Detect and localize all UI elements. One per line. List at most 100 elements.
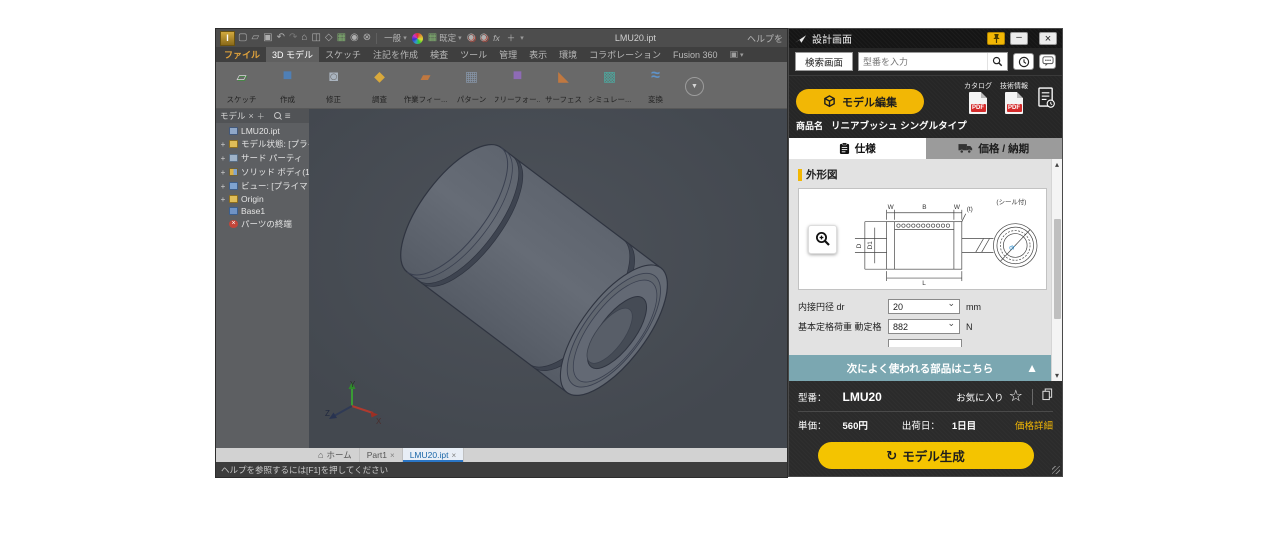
menu-tab-sketch[interactable]: スケッチ [319, 47, 367, 62]
window-switch-icon[interactable] [724, 47, 750, 62]
chevron-down-icon[interactable]: ▾ [520, 34, 524, 42]
tree-expander[interactable]: + [220, 140, 226, 149]
part-number-input[interactable] [859, 57, 987, 67]
tool-freeform[interactable]: フリーフォー... [495, 64, 540, 108]
open-folder-icon[interactable]: ▱ [251, 33, 259, 43]
comment-button[interactable] [1039, 54, 1056, 69]
tree-item-origin[interactable]: + Origin [218, 193, 309, 205]
tree-expander[interactable]: + [220, 182, 226, 191]
menu-tab-environments[interactable]: 環境 [553, 47, 583, 62]
menu-tab-tools[interactable]: ツール [454, 47, 493, 62]
tree-item-lmu20[interactable]: LMU20.ipt [218, 125, 309, 137]
tool-pattern[interactable]: パターン [449, 64, 494, 108]
content-scrollbar[interactable] [1051, 159, 1062, 381]
close-icon[interactable]: × [390, 451, 395, 460]
collapse-triangle-icon[interactable] [1026, 361, 1038, 375]
menu-tab-inspect[interactable]: 検査 [424, 47, 454, 62]
appearance-adjust-icon[interactable]: ◉ [467, 33, 476, 43]
tree-item-model-states[interactable]: + モデル状態: [プライマリ] [218, 137, 309, 151]
model-edit-button[interactable]: モデル編集 [796, 89, 924, 114]
redo-icon[interactable]: ↷ [289, 33, 297, 43]
tech-info-pdf-button[interactable]: 技術情報 [1000, 81, 1028, 114]
tab-spec[interactable]: 仕様 [789, 138, 926, 159]
tree-expander[interactable]: + [220, 154, 226, 163]
price-detail-link[interactable]: 価格詳細 [1015, 418, 1053, 432]
partially-visible-dropdown[interactable] [888, 339, 962, 347]
tool-sketch[interactable]: スケッチ [219, 64, 264, 108]
appearance-clear-icon[interactable]: ◉ [479, 33, 488, 43]
scroll-down-icon[interactable] [1052, 370, 1062, 381]
favorite-button[interactable]: お気に入り ☆ [956, 389, 1023, 405]
close-button[interactable] [1039, 32, 1057, 45]
star-icon[interactable]: ☆ [1009, 389, 1023, 405]
tab-part1[interactable]: Part1 × [360, 448, 403, 462]
generate-model-button[interactable]: モデル生成 [818, 442, 1034, 469]
sketch-plane-icon[interactable]: ◇ [325, 33, 333, 43]
tab-price-delivery[interactable]: 価格 / 納期 [926, 138, 1063, 159]
color-wheel-icon[interactable] [412, 33, 423, 44]
new-file-icon[interactable]: ▢ [238, 33, 247, 43]
value-dropdown[interactable]: 882 [888, 319, 960, 334]
menu-tab-fusion360[interactable]: Fusion 360 [667, 47, 724, 62]
tree-expander[interactable]: + [220, 195, 226, 204]
undo-icon[interactable]: ↶ [277, 33, 285, 43]
ribbon-collapse-button[interactable] [685, 77, 704, 96]
general-dropdown[interactable]: 一般▾ [382, 32, 409, 44]
minimize-button[interactable] [1010, 32, 1028, 45]
parameters-fx-button[interactable]: fx [491, 33, 502, 43]
tree-expander[interactable]: + [220, 168, 226, 177]
search-icon[interactable] [274, 112, 282, 120]
copy-part-no-button[interactable] [1042, 388, 1053, 406]
scrollbar-thumb[interactable] [1054, 219, 1061, 319]
menu-tab-annotate[interactable]: 注記を作成 [367, 47, 424, 62]
tool-modify[interactable]: 修正 [311, 64, 356, 108]
help-menu[interactable]: ヘルプを [747, 32, 783, 45]
tree-item-view-primary[interactable]: + ビュー: [プライマリ] [218, 179, 309, 193]
tree-item-end-of-part[interactable]: パーツの終端 [218, 217, 309, 231]
save-icon[interactable]: ▣ [263, 33, 272, 43]
add-panel-icon[interactable] [257, 111, 265, 122]
render-icon[interactable]: ⊗ [363, 33, 371, 43]
quote-document-button[interactable] [1038, 87, 1055, 114]
resize-grip[interactable] [1052, 466, 1060, 474]
appearance-icon[interactable]: ◉ [350, 33, 359, 43]
3d-viewport[interactable]: Y X Z [309, 109, 787, 448]
tree-item-base1[interactable]: Base1 [218, 205, 309, 217]
tree-item-third-party[interactable]: + サード パーティ [218, 151, 309, 165]
hamburger-menu-icon[interactable] [285, 111, 291, 122]
tab-lmu20[interactable]: LMU20.ipt × [403, 448, 464, 462]
tool-create[interactable]: 作成 [265, 64, 310, 108]
add-button[interactable]: ＋ [505, 32, 518, 44]
menu-tab-manage[interactable]: 管理 [493, 47, 523, 62]
menu-tab-collaborate[interactable]: コラボレーション [583, 47, 667, 62]
tool-inspect[interactable]: 調査 [357, 64, 402, 108]
material-icon[interactable]: ▦ [337, 33, 346, 43]
history-button[interactable] [1013, 53, 1034, 70]
tab-home[interactable]: ホーム × [311, 448, 360, 462]
tool-surface[interactable]: サーフェス [541, 64, 586, 108]
copy-icon [1042, 388, 1053, 401]
related-parts-banner[interactable]: 次によく使われる部品はこちら [789, 355, 1051, 381]
home-icon[interactable]: ⌂ [301, 33, 307, 43]
default-appearance-dropdown[interactable]: ▦ 既定▾ [426, 32, 464, 44]
tool-work-features[interactable]: 作業フィー... [403, 64, 448, 108]
inventor-logo-icon[interactable]: I [220, 31, 235, 46]
close-icon[interactable]: × [451, 451, 456, 460]
tool-convert[interactable]: 変換 [633, 64, 678, 108]
pin-button[interactable] [987, 32, 1005, 45]
close-icon[interactable] [249, 111, 254, 121]
menu-tab-file[interactable]: ファイル [218, 47, 266, 62]
tool-simulation[interactable]: シミュレー... [587, 64, 632, 108]
search-button[interactable] [987, 53, 1007, 70]
catalog-pdf-button[interactable]: カタログ [964, 81, 992, 114]
field-inner-diameter: 内接円径 dr 20 mm [798, 299, 1047, 314]
views-icon[interactable]: ◫ [311, 33, 320, 43]
search-screen-button[interactable]: 検索画面 [795, 52, 853, 71]
tree-item-solid-bodies[interactable]: + ソリッド ボディ(1) [218, 165, 309, 179]
scroll-up-icon[interactable] [1052, 159, 1062, 170]
menu-tab-3d-model[interactable]: 3D モデル [266, 47, 319, 62]
diagram-zoom-button[interactable] [808, 225, 837, 254]
value-dropdown[interactable]: 20 [888, 299, 960, 314]
browser-tab-model[interactable]: モデル [220, 110, 246, 122]
menu-tab-view[interactable]: 表示 [523, 47, 553, 62]
